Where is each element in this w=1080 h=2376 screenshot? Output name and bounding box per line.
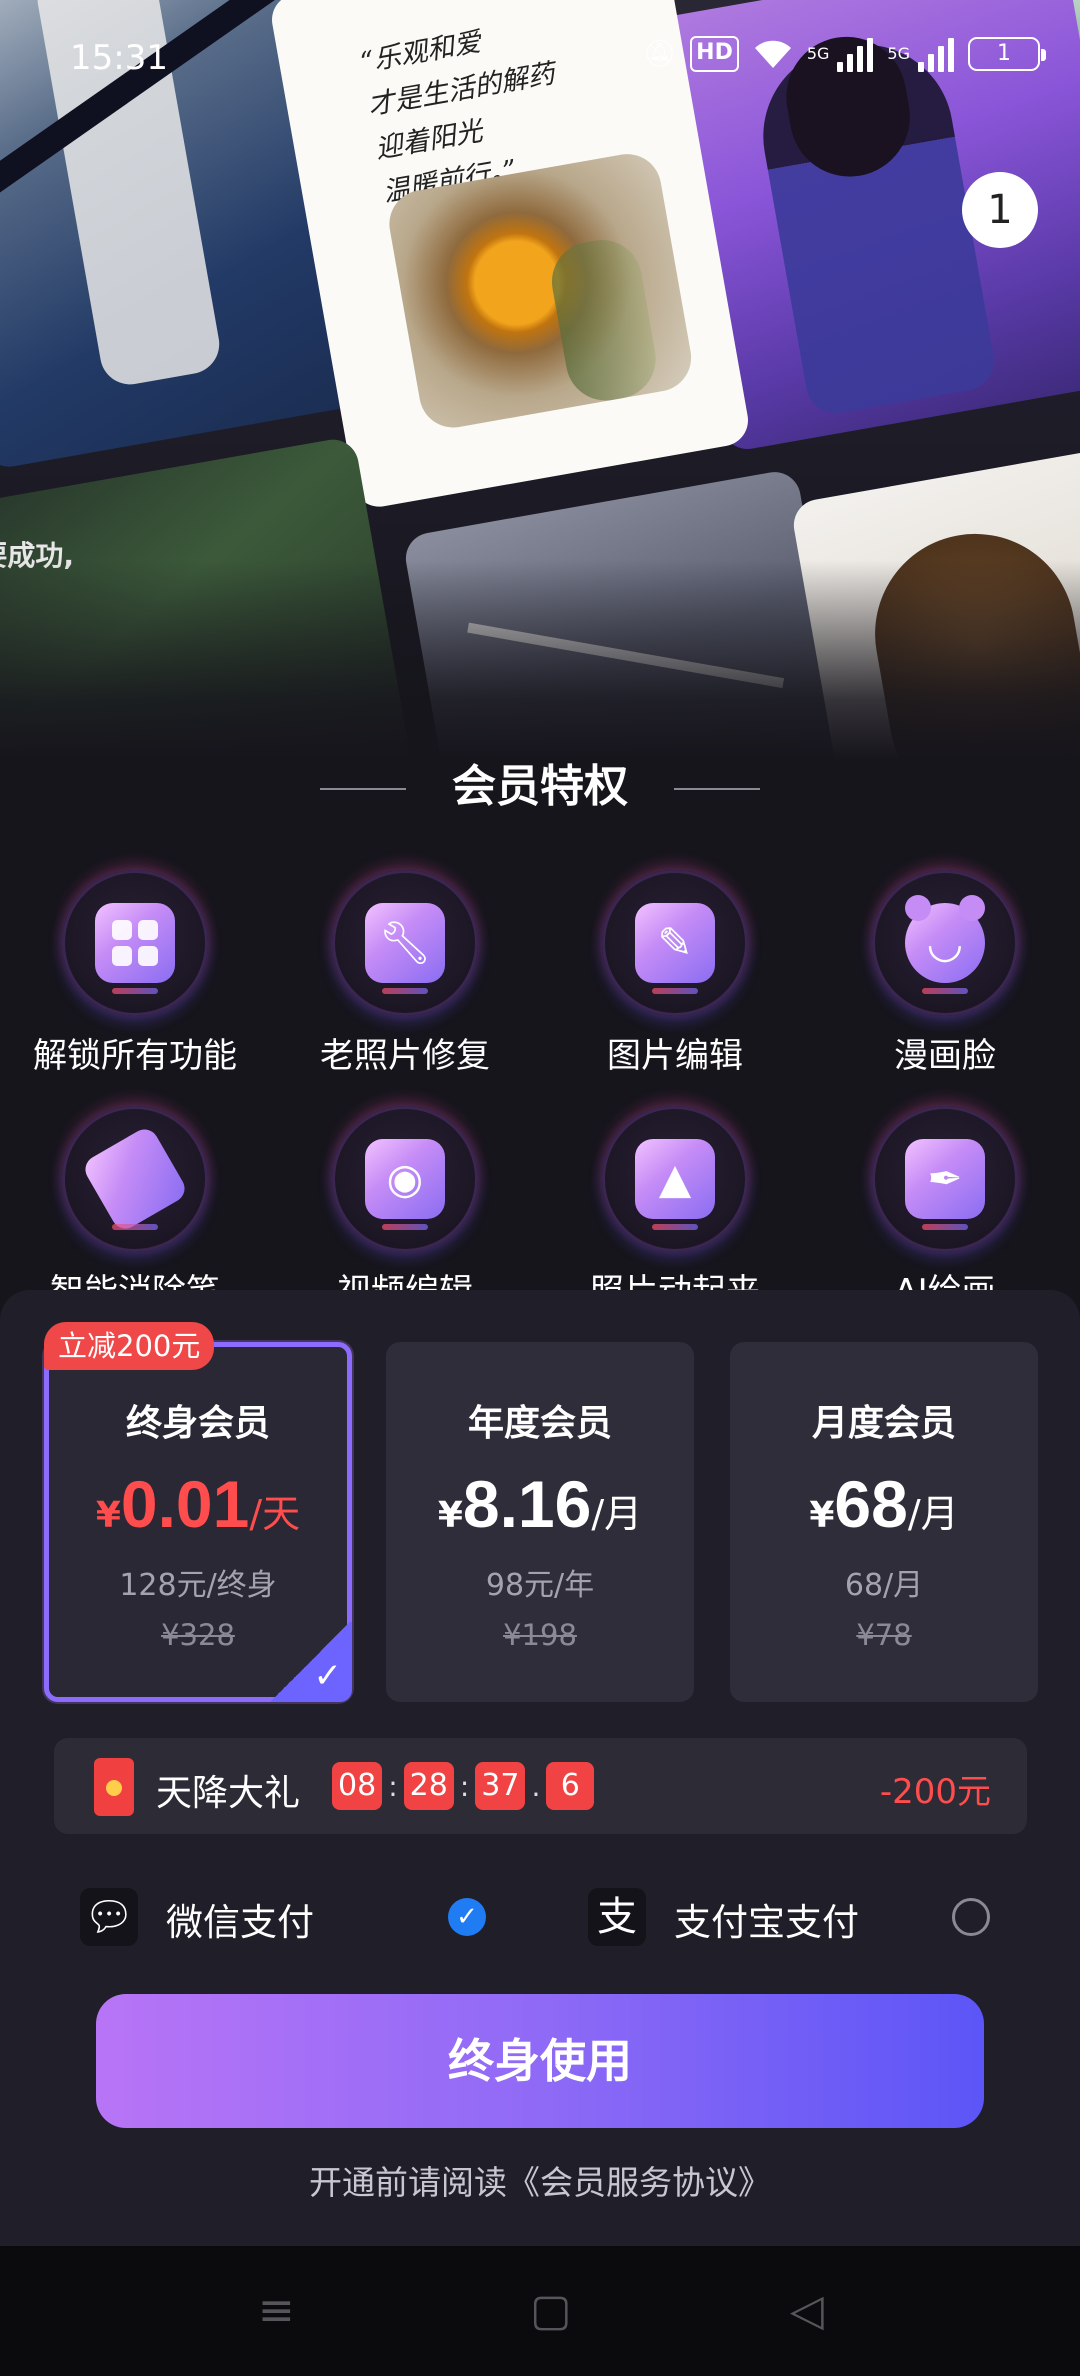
alipay-option[interactable]: 支 支付宝支付 [588,1882,1008,1952]
plan-name: 终身会员 [125,1403,270,1444]
plan-price: ¥0.01/天 [95,1467,301,1541]
grid-apps-icon [95,903,175,983]
video-camera-icon: ◉ [365,1139,445,1219]
plan-name: 月度会员 [811,1403,956,1444]
wechat-pay-option[interactable]: 💬︎ 微信支付 ✓ [80,1882,500,1952]
title-divider [320,788,406,790]
selected-check-icon: ✓ [268,1622,352,1702]
plan-lifetime[interactable]: 终身会员 ¥0.01/天 128元/终身 ¥328 ✓ [44,1342,352,1702]
plan-name: 年度会员 [467,1403,612,1444]
countdown-timer: 08 : 28 : 37 . 6 [332,1762,595,1810]
wechat-radio-checked[interactable]: ✓ [448,1898,486,1936]
plan-total: 68/月 [844,1568,924,1603]
privilege-smart-eraser[interactable]: 智能消除笔 [0,1106,270,1313]
countdown-hours: 08 [332,1762,383,1810]
privilege-video-edit[interactable]: ◉ 视频编辑 [270,1106,540,1313]
plan-original-price: ¥78 [856,1618,912,1652]
wifi-icon [753,36,793,72]
privilege-ai-painting[interactable]: ✒ AI绘画 [810,1106,1080,1313]
countdown-tenths: 6 [546,1762,595,1810]
privilege-unlock-all[interactable]: 解锁所有功能 [0,870,270,1077]
plan-annual[interactable]: 年度会员 ¥8.16/月 98元/年 ¥198 [386,1342,694,1702]
system-nav-bar: ≡ ▢ ◁ [0,2246,1080,2376]
plan-price: ¥8.16/月 [437,1467,643,1541]
gift-discount-amount: -200元 [879,1772,991,1812]
wechat-icon: 💬︎ [80,1888,138,1946]
hd-voice-icon: HD [690,36,739,72]
edit-image-icon: ✎ [635,903,715,983]
privilege-label: 漫画脸 [894,1036,996,1076]
discount-ribbon: 立减200元 [44,1322,215,1370]
privilege-label: 老照片修复 [320,1036,490,1076]
agreement-link[interactable]: 开通前请阅读《会员服务协议》 [0,2156,1080,2204]
red-envelope-icon [94,1758,134,1816]
plan-total: 98元/年 [485,1568,595,1603]
gift-title: 天降大礼 [156,1773,301,1814]
sunflower-photo [384,148,697,433]
privileges-title: 会员特权 [0,750,1080,814]
page-counter-badge[interactable]: 1 [962,172,1038,248]
status-time: 15:31 [70,38,168,78]
alipay-radio[interactable] [952,1898,990,1936]
plan-price: ¥68/月 [809,1467,959,1541]
network-type-label: 5G [887,44,910,63]
status-bar: 15:31 🔕︎ HD 5G 5G 1 [0,0,1080,120]
privilege-label: 图片编辑 [607,1036,743,1076]
bear-face-icon: ◡ [905,895,985,983]
home-nav-icon[interactable]: ▢ [530,2286,572,2336]
privilege-cartoon-face[interactable]: ◡ 漫画脸 [810,870,1080,1077]
signal-bars-icon [837,36,874,72]
payment-label: 微信支付 [166,1901,314,1944]
privilege-old-photo-repair[interactable]: 🔧︎ 老照片修复 [270,870,540,1077]
mute-bell-icon: 🔕︎ [643,39,677,69]
countdown-minutes: 28 [403,1762,454,1810]
title-divider [674,788,760,790]
privilege-label: 解锁所有功能 [33,1036,237,1076]
purchase-button[interactable]: 终身使用 [96,1994,984,2128]
signal-bars-icon [918,36,954,72]
paint-brush-icon: ✒ [905,1139,985,1219]
battery-icon: 1 [968,37,1046,71]
network-type-label: 5G [806,44,830,63]
back-nav-icon[interactable]: ◁ [790,2286,824,2336]
privilege-image-edit[interactable]: ✎ 图片编辑 [540,870,810,1077]
plan-total: 128元/终身 [119,1568,277,1603]
eraser-icon [80,1124,190,1234]
menu-nav-icon[interactable]: ≡ [258,2286,295,2336]
privilege-animate-photo[interactable]: ▲ 照片动起来 [540,1106,810,1313]
wrench-icon: 🔧︎ [365,903,445,983]
gift-countdown-banner: 天降大礼 08 : 28 : 37 . 6 -200元 [54,1738,1027,1834]
countdown-seconds: 37 [475,1762,526,1810]
payment-label: 支付宝支付 [674,1901,859,1944]
plan-original-price: ¥198 [503,1618,577,1652]
alipay-icon: 支 [588,1888,646,1946]
animate-photo-icon: ▲ [635,1139,715,1219]
plan-monthly[interactable]: 月度会员 ¥68/月 68/月 ¥78 [730,1342,1038,1702]
